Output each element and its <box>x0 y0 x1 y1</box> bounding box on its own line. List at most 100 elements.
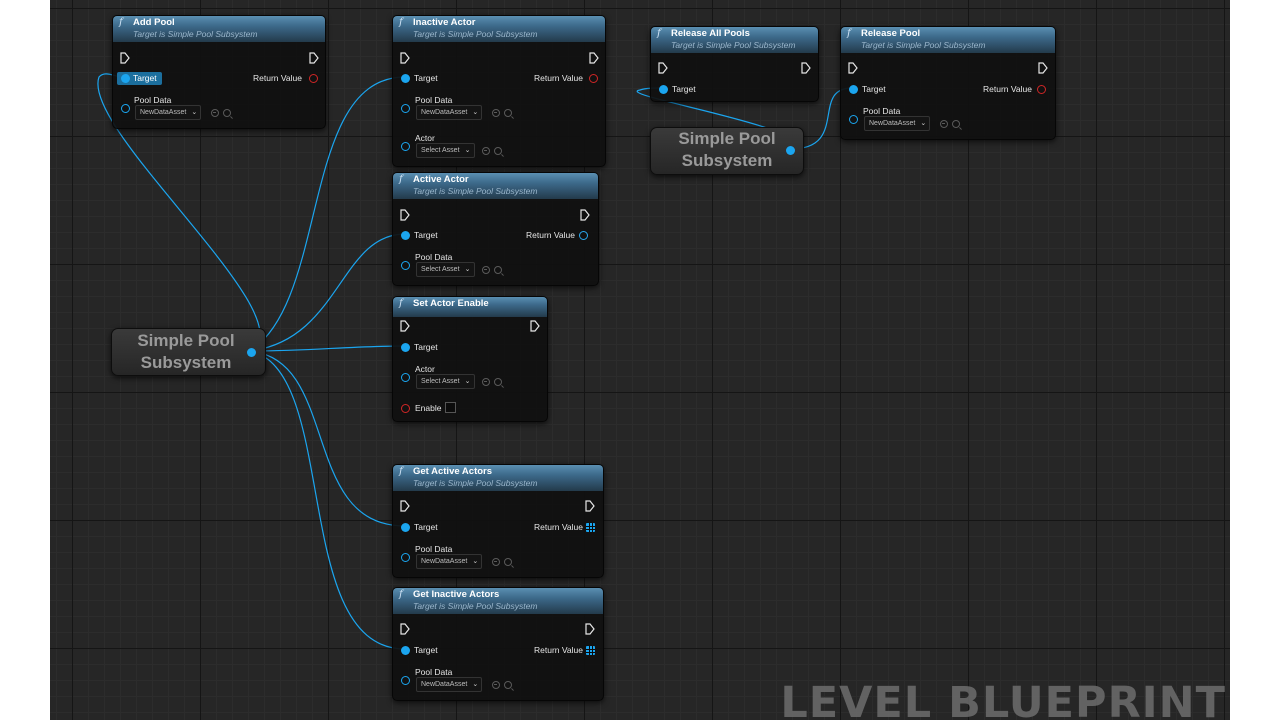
active-actor-node[interactable]: f Active Actor Target is Simple Pool Sub… <box>392 172 599 286</box>
use-selected-asset-icon[interactable] <box>492 681 500 689</box>
release-all-pools-node[interactable]: f Release All Pools Target is Simple Poo… <box>650 26 819 102</box>
use-selected-asset-icon[interactable] <box>492 109 500 117</box>
return-value-label: Return Value <box>983 84 1032 94</box>
release-all-pools-header[interactable]: f Release All Pools Target is Simple Poo… <box>651 27 818 53</box>
node-subtitle: Target is Simple Pool Subsystem <box>413 601 538 611</box>
enable-pin[interactable] <box>401 404 410 413</box>
search-icon[interactable] <box>494 266 502 274</box>
target-input-pin[interactable] <box>659 85 668 94</box>
pool-data-pin[interactable] <box>401 676 410 685</box>
release-pool-header[interactable]: f Release Pool Target is Simple Pool Sub… <box>841 27 1055 53</box>
function-icon: f <box>399 17 403 28</box>
node-title: Active Actor <box>413 174 469 185</box>
pool-data-pin[interactable] <box>401 104 410 113</box>
target-input-pin[interactable] <box>401 231 410 240</box>
pool-data-pin[interactable] <box>401 553 410 562</box>
get-inactive-actors-node[interactable]: f Get Inactive Actors Target is Simple P… <box>392 587 604 701</box>
use-selected-asset-icon[interactable] <box>211 109 219 117</box>
actor-dropdown[interactable]: Select Asset ⌄ <box>416 143 475 158</box>
chevron-down-icon: ⌄ <box>191 109 198 116</box>
use-selected-asset-icon[interactable] <box>492 558 500 566</box>
use-selected-asset-icon[interactable] <box>482 147 490 155</box>
actor-value: Select Asset <box>421 378 460 385</box>
actor-pin[interactable] <box>401 373 410 382</box>
enable-checkbox[interactable] <box>445 402 456 413</box>
variable-label: Simple Pool Subsystem <box>678 129 776 170</box>
array-return-pin[interactable] <box>586 523 595 532</box>
search-icon[interactable] <box>504 558 512 566</box>
simple-pool-subsystem-variable-node[interactable]: Simple Pool Subsystem <box>111 328 266 376</box>
target-input-pin[interactable] <box>849 85 858 94</box>
pool-data-value: NewDataAsset <box>140 109 187 116</box>
release-pool-node[interactable]: f Release Pool Target is Simple Pool Sub… <box>840 26 1056 140</box>
target-label: Target <box>414 522 438 532</box>
node-subtitle: Target is Simple Pool Subsystem <box>413 29 538 39</box>
pool-data-pin[interactable] <box>849 115 858 124</box>
pool-data-dropdown[interactable]: NewDataAsset ⌄ <box>416 105 483 120</box>
set-actor-enable-header[interactable]: f Set Actor Enable <box>393 297 547 317</box>
pool-data-dropdown[interactable]: NewDataAsset ⌄ <box>416 677 483 692</box>
return-value-pin[interactable] <box>309 74 318 83</box>
function-icon: f <box>119 17 123 28</box>
get-active-actors-header[interactable]: f Get Active Actors Target is Simple Poo… <box>393 465 603 491</box>
pool-data-label: Pool Data <box>415 544 453 554</box>
target-input-pin[interactable] <box>401 523 410 532</box>
array-return-pin[interactable] <box>586 646 595 655</box>
actor-pin[interactable] <box>401 142 410 151</box>
node-subtitle: Target is Simple Pool Subsystem <box>861 40 986 50</box>
search-icon[interactable] <box>504 681 512 689</box>
chevron-down-icon: ⌄ <box>464 378 471 385</box>
chevron-down-icon: ⌄ <box>472 109 479 116</box>
search-icon[interactable] <box>494 147 502 155</box>
search-icon[interactable] <box>223 109 231 117</box>
node-title: Get Inactive Actors <box>413 589 500 600</box>
actor-label: Actor <box>415 364 435 374</box>
return-value-label: Return Value <box>534 522 583 532</box>
chevron-down-icon: ⌄ <box>464 147 471 154</box>
use-selected-asset-icon[interactable] <box>940 120 948 128</box>
target-input-pin[interactable] <box>121 74 130 83</box>
search-icon[interactable] <box>494 378 502 386</box>
target-input-pin[interactable] <box>401 343 410 352</box>
pool-data-label: Pool Data <box>415 95 453 105</box>
return-value-label: Return Value <box>526 230 575 240</box>
return-value-pin[interactable] <box>589 74 598 83</box>
use-selected-asset-icon[interactable] <box>482 266 490 274</box>
pool-data-dropdown[interactable]: NewDataAsset ⌄ <box>864 116 931 131</box>
variable-output-pin[interactable] <box>786 146 795 155</box>
get-active-actors-node[interactable]: f Get Active Actors Target is Simple Poo… <box>392 464 604 578</box>
inactive-actor-header[interactable]: f Inactive Actor Target is Simple Pool S… <box>393 16 605 42</box>
wire-to-get-active-actors-target <box>249 350 406 527</box>
actor-dropdown[interactable]: Select Asset ⌄ <box>416 374 475 389</box>
get-inactive-actors-header[interactable]: f Get Inactive Actors Target is Simple P… <box>393 588 603 614</box>
target-input-pin[interactable] <box>401 646 410 655</box>
level-blueprint-watermark: LEVEL BLUEPRINT <box>780 678 1226 720</box>
blueprint-graph-canvas[interactable]: f Add Pool Target is Simple Pool Subsyst… <box>50 0 1230 720</box>
pool-data-dropdown[interactable]: Select Asset ⌄ <box>416 262 475 277</box>
pool-data-value: NewDataAsset <box>421 681 468 688</box>
set-actor-enable-node[interactable]: f Set Actor Enable Target Actor Select A… <box>392 296 548 422</box>
variable-output-pin[interactable] <box>247 348 256 357</box>
simple-pool-subsystem-variable-node[interactable]: Simple Pool Subsystem <box>650 127 804 175</box>
node-subtitle: Target is Simple Pool Subsystem <box>671 40 796 50</box>
return-value-label: Return Value <box>534 645 583 655</box>
active-actor-header[interactable]: f Active Actor Target is Simple Pool Sub… <box>393 173 598 199</box>
use-selected-asset-icon[interactable] <box>482 378 490 386</box>
inactive-actor-node[interactable]: f Inactive Actor Target is Simple Pool S… <box>392 15 606 167</box>
function-icon: f <box>399 298 403 309</box>
search-icon[interactable] <box>504 109 512 117</box>
pool-data-dropdown[interactable]: NewDataAsset ⌄ <box>416 554 483 569</box>
target-label: Target <box>414 73 438 83</box>
add-pool-header[interactable]: f Add Pool Target is Simple Pool Subsyst… <box>113 16 325 42</box>
return-value-pin[interactable] <box>579 231 588 240</box>
variable-label: Simple Pool Subsystem <box>137 331 235 372</box>
return-value-pin[interactable] <box>1037 85 1046 94</box>
pool-data-dropdown[interactable]: NewDataAsset ⌄ <box>135 105 202 120</box>
pool-data-pin[interactable] <box>401 261 410 270</box>
pool-data-pin[interactable] <box>121 104 130 113</box>
add-pool-node[interactable]: f Add Pool Target is Simple Pool Subsyst… <box>112 15 326 129</box>
search-icon[interactable] <box>952 120 960 128</box>
target-input-pin[interactable] <box>401 74 410 83</box>
function-icon: f <box>399 589 403 600</box>
chevron-down-icon: ⌄ <box>920 120 927 127</box>
